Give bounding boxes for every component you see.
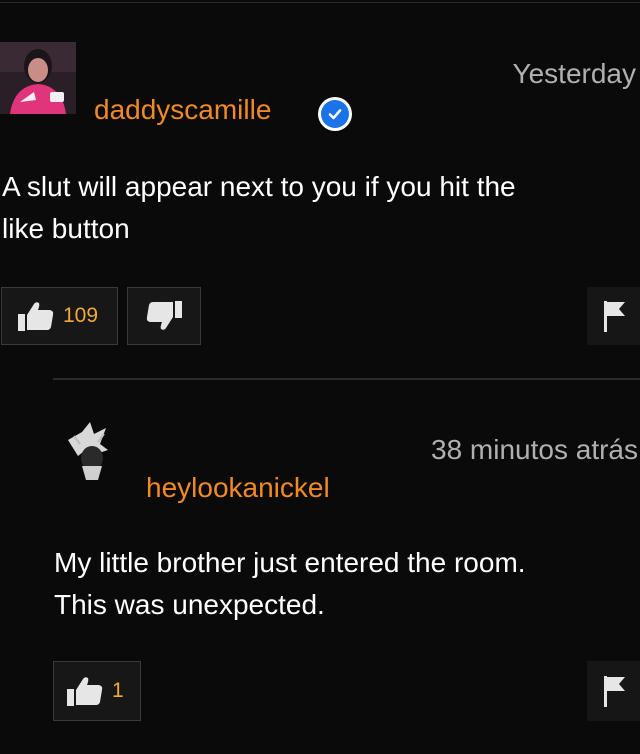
flag-button[interactable]: [587, 287, 640, 345]
like-count: 109: [63, 304, 99, 327]
comment-username[interactable]: heylookanickel: [146, 472, 330, 504]
comment-text-line: This was unexpected.: [54, 589, 325, 620]
dislike-button[interactable]: [127, 287, 201, 345]
comment-text-line: A slut will appear next to you if you hi…: [2, 171, 516, 202]
flag-icon: [603, 301, 625, 332]
like-button[interactable]: 1: [53, 661, 141, 721]
comment-text-line: My little brother just entered the room.: [54, 547, 526, 578]
like-button[interactable]: 109: [1, 287, 118, 345]
comment-text: My little brother just entered the room.…: [54, 542, 638, 626]
avatar[interactable]: [0, 42, 76, 114]
flag-button[interactable]: [587, 661, 640, 721]
comment-timestamp: Yesterday: [512, 58, 637, 89]
comment-username[interactable]: daddyscamille: [94, 94, 271, 126]
thumbs-up-icon: [67, 677, 103, 706]
verified-check-icon: [318, 97, 352, 131]
top-divider: [0, 2, 640, 3]
comment-text-line: like button: [2, 213, 130, 244]
thumbs-up-icon: [18, 302, 54, 331]
like-count: 1: [112, 679, 124, 702]
comment-timestamp: 38 minutos atrás: [431, 434, 638, 465]
thumbs-down-icon: [146, 301, 182, 330]
comment-text: A slut will appear next to you if you hi…: [2, 166, 638, 250]
avatar[interactable]: [60, 418, 120, 488]
flag-icon: [603, 676, 625, 707]
reply-divider: [53, 378, 640, 380]
